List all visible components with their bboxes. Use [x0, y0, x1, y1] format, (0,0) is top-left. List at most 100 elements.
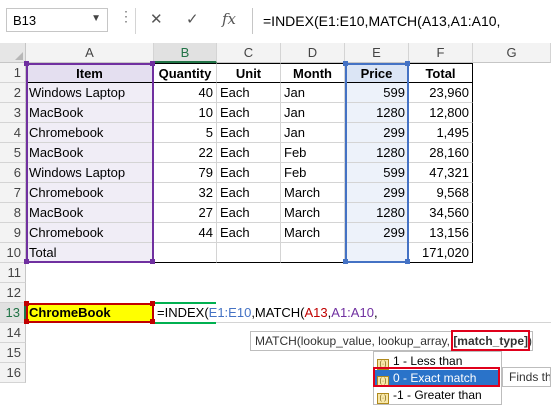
range-handle[interactable] — [405, 61, 410, 66]
table-cell-total[interactable]: 12,800 — [409, 103, 473, 123]
select-all-button[interactable] — [0, 43, 26, 63]
row-header-11[interactable]: 11 — [0, 263, 26, 283]
lookup-label-cell[interactable]: ChromeBook — [26, 303, 154, 323]
table-cell-month[interactable]: Jan — [281, 123, 345, 143]
table-cell-item[interactable]: Windows Laptop — [26, 163, 154, 183]
table-cell-item[interactable]: MacBook — [26, 143, 154, 163]
tooltip-active-argument[interactable]: [match_type] — [453, 334, 528, 348]
table-cell[interactable] — [154, 243, 217, 263]
table-cell-price[interactable]: 299 — [345, 223, 409, 243]
table-cell-unit[interactable]: Each — [217, 83, 281, 103]
table-cell-price[interactable]: 1280 — [345, 103, 409, 123]
table-cell-unit[interactable]: Each — [217, 123, 281, 143]
row-header-15[interactable]: 15 — [0, 343, 26, 363]
table-cell-item[interactable]: Chromebook — [26, 183, 154, 203]
table-cell-quantity[interactable]: 40 — [154, 83, 217, 103]
table-cell-total[interactable]: 9,568 — [409, 183, 473, 203]
table-cell-item[interactable]: Chromebook — [26, 223, 154, 243]
table-cell-month[interactable]: March — [281, 183, 345, 203]
table-cell-quantity[interactable]: 79 — [154, 163, 217, 183]
table-cell-month[interactable]: Feb — [281, 163, 345, 183]
table-header-total[interactable]: Total — [409, 63, 473, 83]
table-cell-month[interactable]: March — [281, 223, 345, 243]
table-cell-unit[interactable]: Each — [217, 223, 281, 243]
table-cell-unit[interactable]: Each — [217, 163, 281, 183]
cancel-icon[interactable]: ✕ — [150, 10, 163, 28]
range-handle[interactable] — [150, 61, 155, 66]
table-cell-unit[interactable]: Each — [217, 103, 281, 123]
table-cell-quantity[interactable]: 27 — [154, 203, 217, 223]
column-header-g[interactable]: G — [473, 43, 551, 63]
table-cell-month[interactable]: Feb — [281, 143, 345, 163]
table-cell[interactable] — [345, 243, 409, 263]
column-header-d[interactable]: D — [281, 43, 345, 63]
table-cell-unit[interactable]: Each — [217, 203, 281, 223]
table-header-price[interactable]: Price — [345, 63, 409, 83]
table-cell-unit[interactable]: Each — [217, 183, 281, 203]
table-cell-price[interactable]: 1280 — [345, 203, 409, 223]
table-cell-price[interactable]: 299 — [345, 123, 409, 143]
table-cell-total[interactable]: 34,560 — [409, 203, 473, 223]
insert-function-icon[interactable]: fx — [222, 10, 236, 28]
range-handle[interactable] — [24, 301, 29, 306]
table-cell-price[interactable]: 299 — [345, 183, 409, 203]
table-cell-unit[interactable]: Each — [217, 143, 281, 163]
table-cell-item[interactable]: MacBook — [26, 203, 154, 223]
range-handle[interactable] — [343, 259, 348, 264]
range-handle[interactable] — [150, 301, 155, 306]
formula-input[interactable]: =INDEX(E1:E10,MATCH(A13,A1:A10, — [252, 8, 551, 34]
row-header-10[interactable]: 10 — [0, 243, 26, 263]
table-cell-total[interactable]: 23,960 — [409, 83, 473, 103]
row-header-13[interactable]: 13 — [0, 303, 26, 323]
row-header-3[interactable]: 3 — [0, 103, 26, 123]
total-value[interactable]: 171,020 — [409, 243, 473, 263]
row-header-14[interactable]: 14 — [0, 323, 26, 343]
table-header-item[interactable]: Item — [26, 63, 154, 83]
row-header-5[interactable]: 5 — [0, 143, 26, 163]
dropdown-item-greater-than[interactable]: (·) -1 - Greater than — [375, 387, 500, 404]
column-header-a[interactable]: A — [26, 43, 154, 63]
table-cell-price[interactable]: 1280 — [345, 143, 409, 163]
table-cell-total[interactable]: 1,495 — [409, 123, 473, 143]
table-header-month[interactable]: Month — [281, 63, 345, 83]
table-cell-month[interactable]: Jan — [281, 103, 345, 123]
table-cell-quantity[interactable]: 44 — [154, 223, 217, 243]
total-label[interactable]: Total — [26, 243, 154, 263]
range-handle[interactable] — [24, 319, 29, 324]
enter-icon[interactable]: ✓ — [186, 10, 199, 28]
range-handle[interactable] — [24, 259, 29, 264]
table-cell-item[interactable]: Windows Laptop — [26, 83, 154, 103]
table-cell-price[interactable]: 599 — [345, 163, 409, 183]
row-header-7[interactable]: 7 — [0, 183, 26, 203]
row-header-2[interactable]: 2 — [0, 83, 26, 103]
column-header-f[interactable]: F — [409, 43, 473, 63]
drag-handle-icon[interactable]: ⋮ — [119, 9, 133, 23]
table-cell[interactable] — [217, 243, 281, 263]
column-header-b[interactable]: B — [154, 43, 217, 63]
row-header-9[interactable]: 9 — [0, 223, 26, 243]
row-header-12[interactable]: 12 — [0, 283, 26, 303]
table-header-unit[interactable]: Unit — [217, 63, 281, 83]
table-cell-item[interactable]: Chromebook — [26, 123, 154, 143]
row-header-16[interactable]: 16 — [0, 363, 26, 383]
table-cell-quantity[interactable]: 22 — [154, 143, 217, 163]
range-handle[interactable] — [405, 259, 410, 264]
table-cell-total[interactable]: 13,156 — [409, 223, 473, 243]
row-header-4[interactable]: 4 — [0, 123, 26, 143]
range-handle[interactable] — [343, 61, 348, 66]
table-cell-item[interactable]: MacBook — [26, 103, 154, 123]
column-header-c[interactable]: C — [217, 43, 281, 63]
row-header-6[interactable]: 6 — [0, 163, 26, 183]
table-cell-month[interactable]: Jan — [281, 83, 345, 103]
table-cell-quantity[interactable]: 5 — [154, 123, 217, 143]
table-cell-total[interactable]: 28,160 — [409, 143, 473, 163]
range-handle[interactable] — [150, 319, 155, 324]
name-box[interactable]: B13 ▼ — [6, 8, 108, 32]
table-cell[interactable] — [281, 243, 345, 263]
formula-edit-cell[interactable]: =INDEX(E1:E10,MATCH(A13,A1:A10, — [154, 303, 551, 323]
table-cell-month[interactable]: March — [281, 203, 345, 223]
table-cell-quantity[interactable]: 32 — [154, 183, 217, 203]
range-handle[interactable] — [24, 61, 29, 66]
dropdown-item-exact-match[interactable]: (·) 0 - Exact match — [375, 370, 500, 387]
chevron-down-icon[interactable]: ▼ — [91, 13, 101, 24]
